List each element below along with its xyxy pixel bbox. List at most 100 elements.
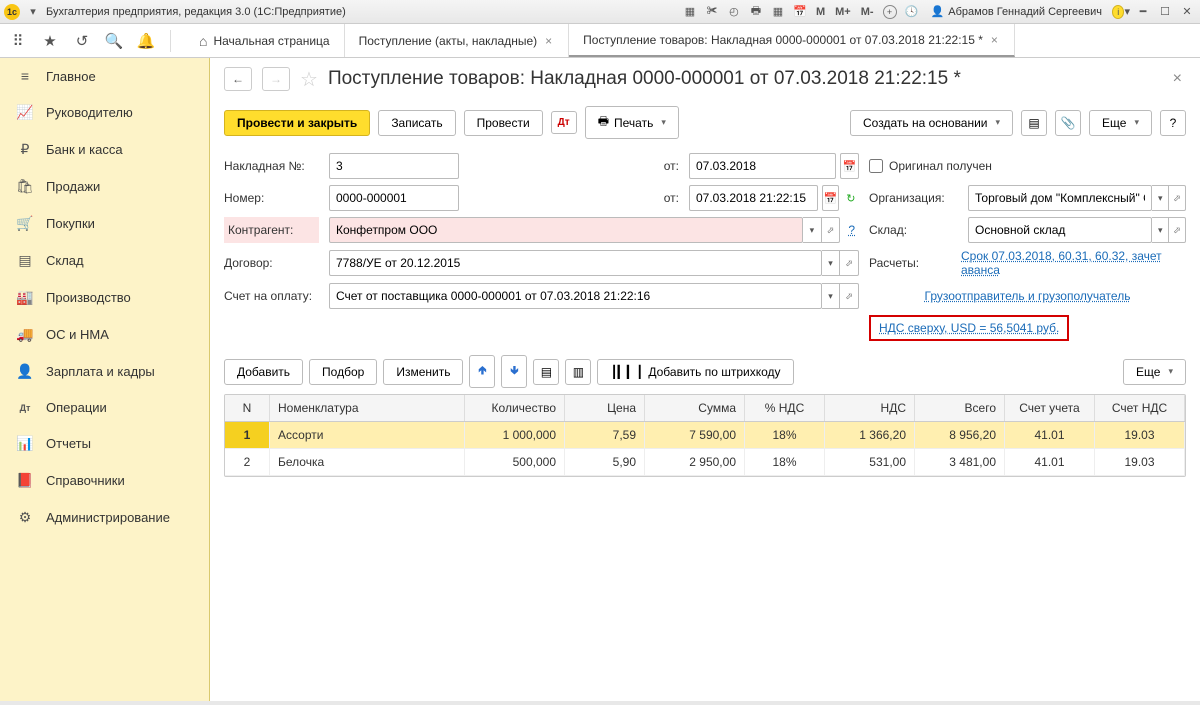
create-based-button[interactable]: Создать на основании [850, 110, 1013, 136]
dropdown-icon[interactable]: ▾ [803, 217, 822, 243]
zoom-icon[interactable]: + [881, 3, 899, 21]
tab-home[interactable]: ⌂ Начальная страница [185, 24, 345, 57]
dropdown-icon[interactable]: ▾ [1152, 217, 1169, 243]
sidebar-item-warehouse[interactable]: ▤Склад [0, 242, 209, 279]
move-down-button[interactable]: 🢃 [501, 355, 527, 388]
cell-vat[interactable]: 1 366,20 [825, 422, 915, 448]
post-and-close-button[interactable]: Провести и закрыть [224, 110, 370, 136]
dropdown-icon[interactable]: ▾ [822, 283, 841, 309]
tab-document[interactable]: Поступление товаров: Накладная 0000-0000… [569, 24, 1015, 57]
number-datetime-field[interactable] [689, 185, 818, 211]
original-received-checkbox[interactable]: Оригинал получен [869, 159, 992, 173]
table-row[interactable]: 2 Белочка 500,000 5,90 2 950,00 18% 531,… [225, 449, 1185, 476]
counterparty-help-link[interactable]: ? [844, 223, 859, 237]
help-button[interactable]: ? [1160, 110, 1186, 136]
sidebar-item-manager[interactable]: 📈Руководителю [0, 94, 209, 131]
tab-receipts[interactable]: Поступление (акты, накладные) × [345, 24, 570, 57]
cell-qty[interactable]: 500,000 [465, 449, 565, 475]
sidebar-item-purchases[interactable]: 🛒Покупки [0, 205, 209, 242]
add-by-barcode-button[interactable]: ┃▎▎┃Добавить по штрихкоду [597, 359, 793, 385]
cell-qty[interactable]: 1 000,000 [465, 422, 565, 448]
cell-vatacc[interactable]: 19.03 [1095, 449, 1185, 475]
cell-sum[interactable]: 2 950,00 [645, 449, 745, 475]
nav-back-button[interactable]: ← [224, 67, 252, 91]
payment-account-field[interactable] [329, 283, 822, 309]
col-vat[interactable]: НДС [825, 395, 915, 421]
col-n[interactable]: N [225, 395, 270, 421]
cell-acc[interactable]: 41.01 [1005, 449, 1095, 475]
calendar-button[interactable]: 📅 [822, 185, 839, 211]
open-ref-icon[interactable]: ⬀ [1169, 217, 1186, 243]
cell-price[interactable]: 5,90 [565, 449, 645, 475]
memory-m[interactable]: M [813, 6, 828, 18]
sidebar-item-operations[interactable]: ДтОперации [0, 390, 209, 425]
print-icon[interactable]: 🖶 [747, 3, 765, 21]
user-badge[interactable]: 👤 Абрамов Геннадий Сергеевич [925, 5, 1108, 18]
dropdown-icon[interactable]: ▾ [1152, 185, 1169, 211]
sidebar-item-admin[interactable]: ⚙Администрирование [0, 499, 209, 536]
edit-row-button[interactable]: Изменить [383, 359, 463, 385]
calculator-icon[interactable]: ▦ [769, 3, 787, 21]
cell-name[interactable]: Ассорти [270, 422, 465, 448]
close-tab-icon[interactable]: × [989, 31, 1000, 49]
search-icon[interactable]: 🔍 [104, 31, 124, 51]
invoice-date-field[interactable] [689, 153, 836, 179]
invoice-no-field[interactable] [329, 153, 459, 179]
nav-forward-button[interactable]: → [262, 67, 290, 91]
cell-vatp[interactable]: 18% [745, 422, 825, 448]
col-qty[interactable]: Количество [465, 395, 565, 421]
calendar-icon[interactable]: 📅 [791, 3, 809, 21]
sidebar-item-catalogs[interactable]: 📕Справочники [0, 462, 209, 499]
col-name[interactable]: Номенклатура [270, 395, 465, 421]
cell-total[interactable]: 3 481,00 [915, 449, 1005, 475]
cell-vatacc[interactable]: 19.03 [1095, 422, 1185, 448]
contract-field[interactable] [329, 250, 822, 276]
sidebar-item-hr[interactable]: 👤Зарплата и кадры [0, 353, 209, 390]
cell-n[interactable]: 1 [225, 422, 270, 448]
col-vatp[interactable]: % НДС [745, 395, 825, 421]
favorite-icon[interactable]: ★ [40, 31, 60, 51]
col-sum[interactable]: Сумма [645, 395, 745, 421]
info-icon[interactable]: i▾ [1112, 3, 1130, 21]
close-window-icon[interactable]: ✕ [1178, 3, 1196, 21]
sidebar-item-assets[interactable]: 🚚ОС и НМА [0, 316, 209, 353]
movements-button[interactable]: Дт [551, 111, 577, 134]
clock-icon[interactable]: 🕓 [903, 3, 921, 21]
cell-vat[interactable]: 531,00 [825, 449, 915, 475]
move-up-button[interactable]: 🢁 [469, 355, 495, 388]
sidebar-item-sales[interactable]: 🛍Продажи [0, 168, 209, 205]
apps-menu-icon[interactable]: ⠿ [8, 31, 28, 51]
table-more-button[interactable]: Еще [1123, 359, 1186, 385]
related-docs-button[interactable]: ▤ [1021, 110, 1047, 136]
tb-icon-2[interactable]: ✀ [703, 3, 721, 21]
history-icon[interactable]: ↺ [72, 31, 92, 51]
organization-field[interactable] [968, 185, 1152, 211]
attachments-button[interactable]: 📎 [1055, 110, 1081, 136]
post-button[interactable]: Провести [464, 110, 543, 136]
tb-icon-1[interactable]: ▦ [681, 3, 699, 21]
sidebar-item-reports[interactable]: 📊Отчеты [0, 425, 209, 462]
more-button[interactable]: Еще [1089, 110, 1152, 136]
number-field[interactable] [329, 185, 459, 211]
sidebar-item-production[interactable]: 🏭Производство [0, 279, 209, 316]
write-button[interactable]: Записать [378, 110, 455, 136]
dropdown-icon[interactable]: ▾ [24, 3, 42, 21]
memory-mminus[interactable]: M- [858, 6, 877, 18]
nds-settings-link[interactable]: НДС сверху, USD = 56,5041 руб. [879, 321, 1059, 335]
add-row-button[interactable]: Добавить [224, 359, 303, 385]
paste-rows-button[interactable]: ▥ [565, 359, 591, 385]
open-ref-icon[interactable]: ⬀ [1169, 185, 1186, 211]
cell-price[interactable]: 7,59 [565, 422, 645, 448]
col-total[interactable]: Всего [915, 395, 1005, 421]
table-row[interactable]: 1 Ассорти 1 000,000 7,59 7 590,00 18% 1 … [225, 422, 1185, 449]
cell-acc[interactable]: 41.01 [1005, 422, 1095, 448]
calc-link[interactable]: Срок 07.03.2018, 60.31, 60.32, зачет ава… [961, 249, 1186, 277]
cell-n[interactable]: 2 [225, 449, 270, 475]
cell-total[interactable]: 8 956,20 [915, 422, 1005, 448]
close-tab-icon[interactable]: × [543, 32, 554, 50]
cell-sum[interactable]: 7 590,00 [645, 422, 745, 448]
print-button[interactable]: 🖶Печать [585, 106, 679, 139]
counterparty-field[interactable] [329, 217, 803, 243]
col-acc[interactable]: Счет учета [1005, 395, 1095, 421]
warehouse-field[interactable] [968, 217, 1152, 243]
